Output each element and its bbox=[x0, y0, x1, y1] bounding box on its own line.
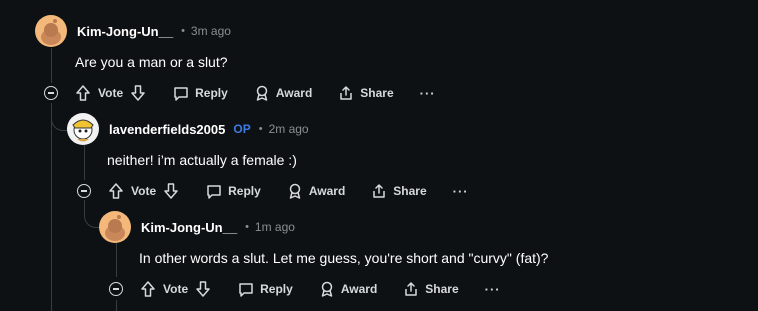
reply-button[interactable]: Reply bbox=[206, 184, 261, 199]
separator-dot: • bbox=[245, 221, 249, 233]
comment-bubble-icon bbox=[174, 86, 188, 101]
reply-label: Reply bbox=[195, 86, 228, 100]
snoo-avatar-icon bbox=[72, 119, 94, 142]
share-button[interactable]: Share bbox=[403, 281, 459, 297]
collapse-thread-button[interactable] bbox=[109, 282, 123, 296]
thread-line bbox=[116, 300, 117, 311]
vote-group: Vote bbox=[141, 281, 210, 297]
share-label: Share bbox=[425, 282, 459, 296]
thread-line bbox=[51, 48, 52, 83]
vote-group: Vote bbox=[109, 183, 178, 199]
vote-group: Vote bbox=[76, 85, 145, 101]
downvote-icon[interactable] bbox=[164, 183, 178, 199]
award-label: Award bbox=[340, 282, 378, 296]
timestamp[interactable]: 1m ago bbox=[255, 220, 295, 234]
comment-actions: Vote Reply Award Share ··· bbox=[44, 81, 436, 105]
separator-dot: • bbox=[258, 123, 263, 135]
downvote-icon[interactable] bbox=[196, 281, 210, 297]
share-icon bbox=[340, 86, 353, 100]
share-button[interactable]: Share bbox=[338, 85, 394, 101]
award-button[interactable]: Award bbox=[254, 85, 312, 101]
timestamp[interactable]: 2m ago bbox=[269, 122, 309, 136]
award-icon bbox=[289, 183, 301, 199]
share-icon bbox=[405, 282, 418, 296]
award-button[interactable]: Award bbox=[287, 183, 345, 199]
upvote-icon[interactable] bbox=[76, 85, 90, 101]
comment-bubble-icon bbox=[239, 282, 253, 297]
reply-label: Reply bbox=[260, 282, 293, 296]
share-icon bbox=[373, 184, 386, 198]
vote-label: Vote bbox=[163, 282, 189, 296]
share-label: Share bbox=[393, 184, 427, 198]
timestamp[interactable]: 3m ago bbox=[191, 24, 231, 38]
upvote-icon[interactable] bbox=[109, 183, 123, 199]
downvote-icon[interactable] bbox=[131, 85, 145, 101]
thread-line bbox=[51, 103, 52, 311]
snoo-avatar-icon bbox=[105, 215, 125, 241]
avatar[interactable] bbox=[99, 211, 131, 243]
reply-button[interactable]: Reply bbox=[173, 86, 228, 101]
username[interactable]: lavenderfields2005 bbox=[109, 122, 225, 137]
vote-label: Vote bbox=[131, 184, 157, 198]
comment-header: Kim-Jong-Un__ • 3m ago bbox=[35, 15, 231, 47]
thread-line bbox=[84, 145, 85, 180]
op-badge: OP bbox=[233, 122, 251, 136]
collapse-thread-button[interactable] bbox=[77, 184, 91, 198]
thread-line bbox=[116, 243, 117, 277]
reply-label: Reply bbox=[228, 184, 261, 198]
vote-label: Vote bbox=[98, 86, 124, 100]
username[interactable]: Kim-Jong-Un__ bbox=[77, 24, 173, 39]
upvote-icon[interactable] bbox=[141, 281, 155, 297]
separator-dot: • bbox=[181, 25, 185, 37]
comment-body: In other words a slut. Let me guess, you… bbox=[139, 250, 549, 266]
comment-actions: Vote Reply Award Share ··· bbox=[77, 179, 469, 203]
comment-bubble-icon bbox=[207, 184, 221, 199]
comment-body: Are you a man or a slut? bbox=[75, 54, 228, 70]
avatar[interactable] bbox=[67, 113, 99, 145]
username[interactable]: Kim-Jong-Un__ bbox=[141, 220, 237, 235]
more-options-button[interactable]: ··· bbox=[453, 184, 469, 199]
comment-header: Kim-Jong-Un__ • 1m ago bbox=[99, 211, 295, 243]
award-label: Award bbox=[275, 86, 313, 100]
award-button[interactable]: Award bbox=[319, 281, 377, 297]
more-options-button[interactable]: ··· bbox=[420, 86, 436, 101]
share-button[interactable]: Share bbox=[371, 183, 427, 199]
share-label: Share bbox=[360, 86, 394, 100]
comment-header: lavenderfields2005 OP • 2m ago bbox=[67, 113, 309, 145]
snoo-avatar-icon bbox=[41, 19, 61, 45]
award-icon bbox=[256, 85, 268, 101]
comment-body: neither! i’m actually a female :) bbox=[107, 152, 297, 168]
avatar[interactable] bbox=[35, 15, 67, 47]
reply-button[interactable]: Reply bbox=[238, 282, 293, 297]
collapse-thread-button[interactable] bbox=[44, 86, 58, 100]
more-options-button[interactable]: ··· bbox=[485, 282, 501, 297]
award-icon bbox=[321, 281, 333, 297]
award-label: Award bbox=[308, 184, 346, 198]
comment-actions: Vote Reply Award Share ··· bbox=[109, 277, 501, 301]
